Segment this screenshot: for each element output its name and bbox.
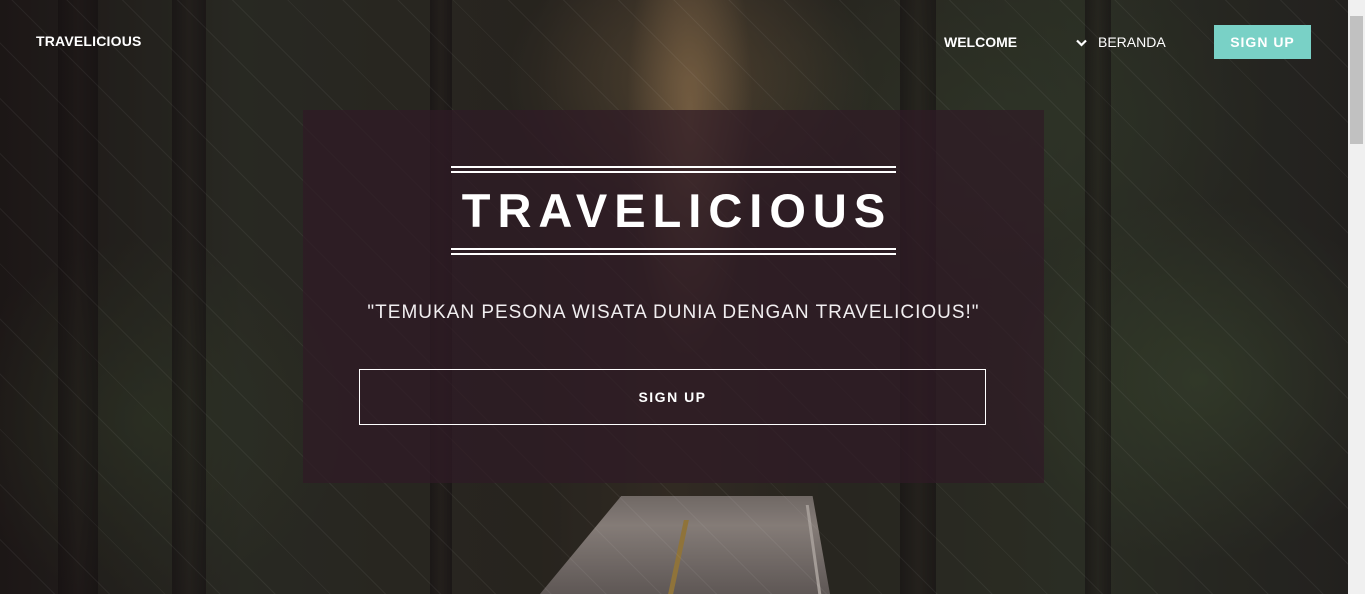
vertical-scrollbar[interactable] [1348, 0, 1365, 594]
title-bottom-rule [451, 248, 896, 255]
title-top-rule [451, 166, 896, 173]
hero-title-block: TRAVELICIOUS [451, 166, 896, 255]
nav-welcome-link[interactable]: WELCOME [944, 34, 1017, 50]
nav-signup-button[interactable]: SIGN UP [1214, 25, 1311, 59]
hero-signup-button[interactable]: SIGN UP [359, 369, 986, 425]
nav-beranda-dropdown[interactable]: BERANDA [1076, 34, 1166, 50]
chevron-down-icon [1076, 34, 1090, 50]
hero-title: TRAVELICIOUS [461, 184, 893, 237]
scrollbar-thumb[interactable] [1350, 16, 1363, 144]
hero-tagline: "TEMUKAN PESONA WISATA DUNIA DENGAN TRAV… [367, 302, 980, 323]
brand-logo-link[interactable]: TRAVELICIOUS [36, 33, 142, 49]
hero-panel: TRAVELICIOUS "TEMUKAN PESONA WISATA DUNI… [303, 110, 1044, 483]
page: TRAVELICIOUS WELCOME BERANDA SIGN UP TRA… [0, 0, 1365, 594]
nav-beranda-label: BERANDA [1098, 34, 1166, 50]
